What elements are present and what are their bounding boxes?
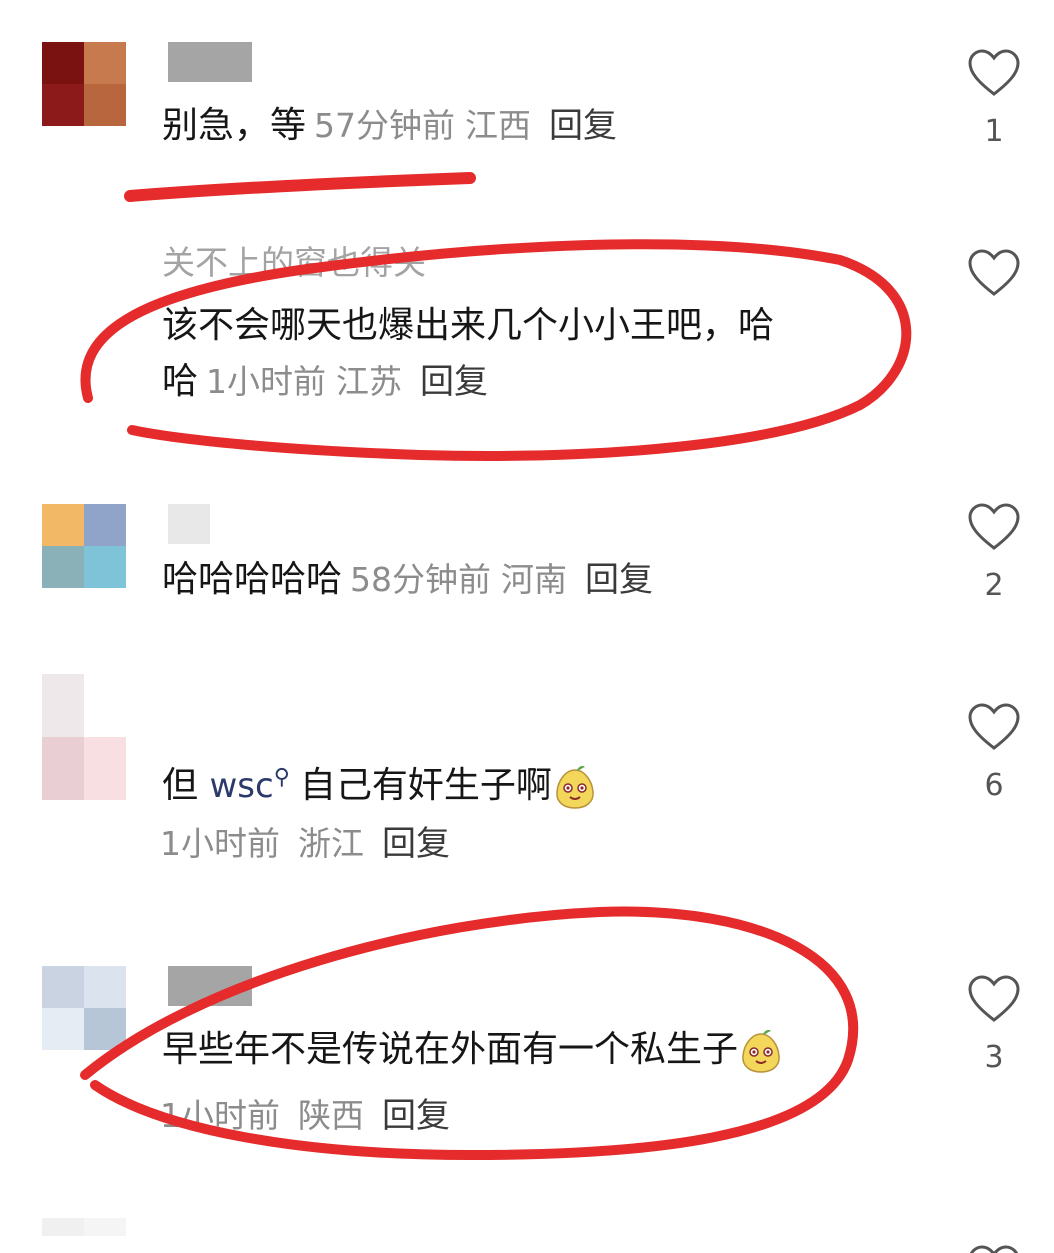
comment-body[interactable]: 早些年不是传说在外面有一个私生子	[162, 1028, 784, 1074]
comment-time: 57分钟前	[314, 106, 456, 145]
avatar-tile	[84, 1218, 126, 1236]
avatar-tile	[42, 504, 84, 546]
comment-location: 江西	[465, 106, 532, 145]
comment-meta: 58分钟前 河南 回复	[342, 560, 653, 600]
comment-location: 江苏	[336, 362, 403, 401]
comment-time: 1小时前	[160, 824, 280, 863]
avatar-tile	[42, 42, 84, 84]
heart-outline-icon	[968, 703, 1020, 750]
comment-text: 哈哈哈哈哈	[162, 559, 343, 600]
reply-button[interactable]: 回复	[382, 824, 450, 864]
avatar-tile	[84, 966, 126, 1008]
comment-meta: 1小时前 陕西 回复	[160, 1094, 450, 1138]
comment-body[interactable]: 但 wsc⚲ 自己有奸生子啊	[162, 756, 598, 810]
reply-username[interactable]: 关不上的窗也得关	[162, 236, 426, 284]
heart-outline-icon	[969, 1245, 1019, 1253]
reply-button[interactable]: 回复	[420, 362, 488, 402]
comment-body-line-2[interactable]: 哈 1小时前 江苏 回复	[162, 360, 488, 404]
comment-body[interactable]: 哈哈哈哈哈 58分钟前 河南 回复	[162, 558, 653, 602]
avatar-tile	[42, 674, 84, 737]
comment-meta: 1小时前 江苏 回复	[198, 362, 488, 402]
comment-meta: 1小时前 浙江 回复	[160, 822, 450, 866]
avatar-tile	[42, 84, 84, 126]
comment-text: 哈	[162, 361, 199, 402]
reply-button[interactable]: 回复	[382, 1096, 450, 1136]
reply-button[interactable]: 回复	[585, 560, 653, 600]
heart-outline-icon	[968, 249, 1020, 296]
comment-text: 别急，等	[162, 105, 307, 146]
like-count: 2	[984, 568, 1004, 603]
like-button[interactable]	[966, 1244, 1022, 1253]
username-redacted[interactable]	[168, 504, 210, 544]
username-redacted[interactable]	[168, 966, 252, 1006]
comment-time: 1小时前	[206, 362, 327, 401]
username-redacted[interactable]	[168, 42, 252, 82]
like-button[interactable]	[966, 248, 1022, 298]
avatar-tile	[84, 84, 126, 126]
heart-outline-icon	[968, 975, 1020, 1022]
avatar-tile	[84, 737, 126, 800]
avatar-tile	[42, 966, 84, 1008]
avatar-tile	[42, 1218, 84, 1236]
avatar-tile	[42, 1008, 84, 1050]
avatar-tile	[84, 674, 126, 737]
avatar[interactable]	[42, 966, 126, 1050]
comment-body[interactable]: 别急，等 57分钟前 江西 回复	[162, 104, 617, 148]
comment-text-suffix: 自己有奸生子啊	[299, 765, 552, 806]
avatar[interactable]	[42, 504, 126, 588]
reply-button[interactable]: 回复	[549, 106, 617, 146]
avatar[interactable]	[42, 1218, 126, 1253]
avatar-tile	[42, 737, 84, 800]
avatar-tile	[84, 1008, 126, 1050]
comment-text-prefix: 但	[162, 765, 199, 806]
comment-text: 早些年不是传说在外面有一个私生子	[162, 1029, 739, 1070]
underline-annotation	[124, 172, 476, 202]
like-count: 6	[984, 768, 1004, 803]
heart-outline-icon	[968, 503, 1020, 550]
avatar[interactable]	[42, 42, 126, 126]
comment-time: 1小时前	[160, 1096, 280, 1135]
avatar-tile	[42, 546, 84, 588]
search-link[interactable]: wsc	[209, 766, 273, 806]
smiling-pear-emoji-icon	[556, 766, 594, 809]
avatar-tile	[84, 546, 126, 588]
smiling-pear-emoji-icon	[742, 1030, 780, 1073]
like-button[interactable]: 6	[966, 702, 1022, 803]
avatar[interactable]	[42, 674, 126, 800]
comment-location: 陕西	[298, 1096, 364, 1135]
comment-body-line-1[interactable]: 该不会哪天也爆出来几个小小王吧，哈	[162, 304, 774, 348]
comment-location: 浙江	[298, 824, 364, 863]
like-count: 1	[984, 114, 1004, 149]
like-count: 3	[984, 1040, 1004, 1075]
comment-meta: 57分钟前 江西 回复	[306, 106, 617, 146]
comment-location: 河南	[501, 560, 568, 599]
avatar-tile	[84, 504, 126, 546]
heart-outline-icon	[968, 49, 1020, 96]
like-button[interactable]: 1	[966, 48, 1022, 149]
comment-time: 58分钟前	[350, 560, 492, 599]
search-icon[interactable]: ⚲	[274, 765, 290, 790]
avatar-tile	[84, 42, 126, 84]
like-button[interactable]: 3	[966, 974, 1022, 1075]
like-button[interactable]: 2	[966, 502, 1022, 603]
